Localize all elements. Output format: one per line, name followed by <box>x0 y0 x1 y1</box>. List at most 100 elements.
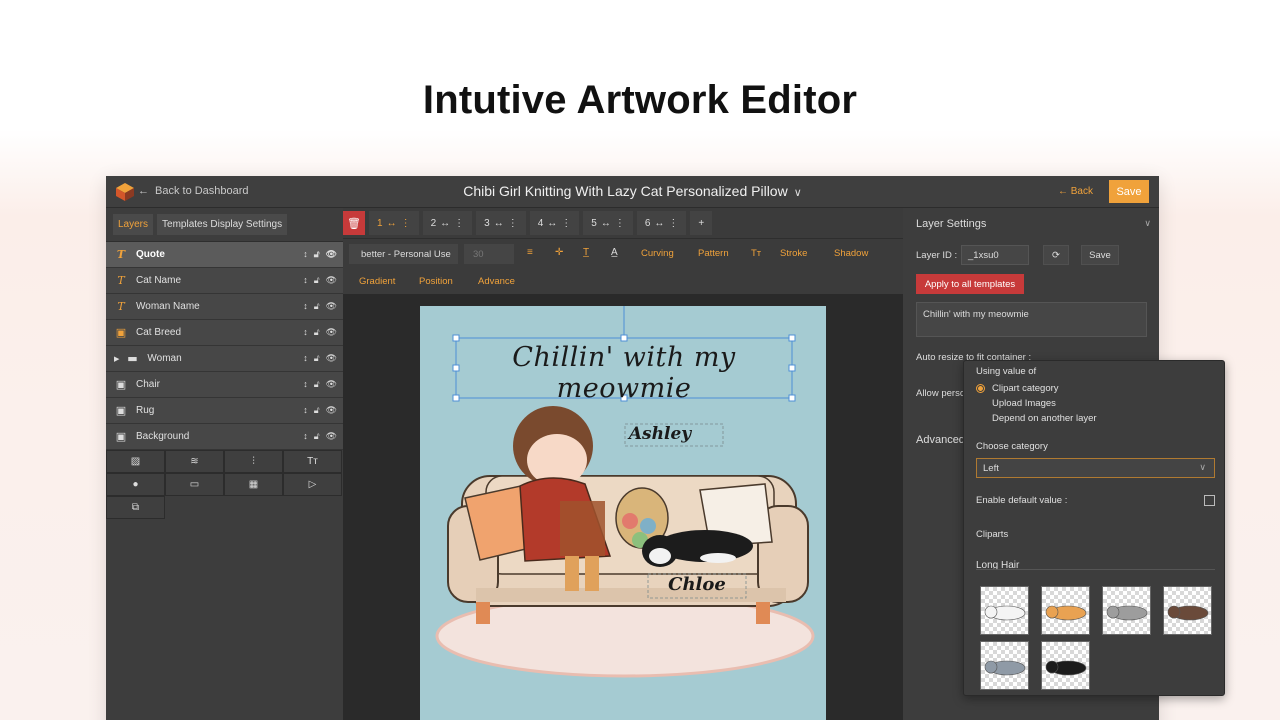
add-layers-icon[interactable]: ≋ <box>165 450 224 473</box>
lock-icon[interactable]: 🔓︎ <box>314 275 320 286</box>
option-stroke[interactable]: Stroke <box>780 248 807 259</box>
add-shape-icon[interactable]: ● <box>106 473 165 496</box>
text-icon: T <box>117 274 125 287</box>
lock-icon[interactable]: 🔓︎ <box>314 327 320 338</box>
layer-item-background[interactable]: ▣ Background ↕ 🔓︎ 👁︎ <box>106 424 343 450</box>
eye-icon[interactable]: 👁︎ <box>326 431 337 442</box>
eye-icon[interactable]: 👁︎ <box>326 275 337 286</box>
position-slot-5[interactable]: 5 ↔ ⋮ <box>583 211 633 235</box>
layer-item-chair[interactable]: ▣ Chair ↕ 🔓︎ 👁︎ <box>106 372 343 398</box>
more-vert-icon[interactable]: ⋮ <box>454 218 464 229</box>
clipart-item[interactable] <box>1163 586 1212 635</box>
move-icon[interactable]: ↕ <box>303 379 308 390</box>
clipart-item[interactable] <box>1041 586 1090 635</box>
move-icon[interactable]: ↕ <box>303 405 308 416</box>
align-center-icon[interactable]: ≡ <box>527 247 533 258</box>
layer-text-input[interactable]: Chillin' with my meowmie <box>916 302 1147 337</box>
woman-name-text-layer[interactable]: Ashley <box>625 424 695 444</box>
clipart-settings-popup: Using value of Clipart category Upload I… <box>963 360 1225 696</box>
tab-layers[interactable]: Layers <box>113 214 154 235</box>
move-icon[interactable]: ↕ <box>303 249 308 260</box>
text-style-toolbar: better - Personal Use 30 ≡ ✛ T̲ A̲ Curvi… <box>343 238 903 294</box>
position-slot-2[interactable]: 2 ↔ ⋮ <box>422 211 473 235</box>
font-size-input[interactable]: 30 <box>464 244 514 264</box>
eye-icon[interactable]: 👁︎ <box>326 405 337 416</box>
move-icon[interactable]: ↕ <box>303 327 308 338</box>
adjust-icon[interactable]: ⫶ <box>224 450 283 473</box>
caret-right-icon[interactable]: ▶ <box>114 355 119 363</box>
category-select[interactable]: Left ∨ <box>976 458 1215 478</box>
tab-templates-display-settings[interactable]: Templates Display Settings <box>157 214 288 235</box>
refresh-icon[interactable]: ⟳ <box>1043 245 1069 265</box>
video-icon[interactable]: ▷ <box>283 473 342 496</box>
artwork-canvas[interactable]: Chillin' with my meowmie Ashley Chloe <box>420 306 826 720</box>
more-vert-icon[interactable]: ⋮ <box>615 218 625 229</box>
more-vert-icon[interactable]: ⋮ <box>508 218 518 229</box>
clipart-item[interactable] <box>1102 586 1151 635</box>
layer-item-cat-breed[interactable]: ▣ Cat Breed ↕ 🔓︎ 👁︎ <box>106 320 343 346</box>
add-image-icon[interactable]: ▨ <box>106 450 165 473</box>
clipart-item[interactable] <box>1041 641 1090 690</box>
advanced-section-header[interactable]: Advanced <box>916 434 965 446</box>
lock-icon[interactable]: 🔓︎ <box>314 431 320 442</box>
position-slot-4[interactable]: 4 ↔ ⋮ <box>529 211 580 235</box>
apply-to-all-templates-button[interactable]: Apply to all templates <box>916 274 1024 294</box>
font-select[interactable]: better - Personal Use <box>349 244 458 264</box>
cat-name-text-layer[interactable]: Chloe <box>648 574 746 595</box>
layer-item-woman[interactable]: ▶ ▬ Woman ↕ 🔓︎ 👁︎ <box>106 346 343 372</box>
lock-icon[interactable]: 🔓︎ <box>314 249 320 260</box>
qr-code-icon[interactable]: ▦ <box>224 473 283 496</box>
calendar-icon[interactable]: ▭ <box>165 473 224 496</box>
layer-item-woman-name[interactable]: T Woman Name ↕ 🔓︎ 👁︎ <box>106 294 343 320</box>
layer-item-quote[interactable]: T Quote ↕ 🔓︎ 👁︎ <box>106 242 343 268</box>
eye-icon[interactable]: 👁︎ <box>326 327 337 338</box>
position-slot-1[interactable]: 1 ↔ ⋮ <box>369 211 419 235</box>
clipart-item[interactable] <box>980 641 1029 690</box>
eye-icon[interactable]: 👁︎ <box>326 301 337 312</box>
more-vert-icon[interactable]: ⋮ <box>668 218 678 229</box>
move-icon[interactable]: ↕ <box>303 353 308 364</box>
move-icon[interactable]: ↕ <box>303 431 308 442</box>
lock-icon[interactable]: 🔓︎ <box>314 379 320 390</box>
eye-icon[interactable]: 👁︎ <box>326 379 337 390</box>
back-button[interactable]: ← Back <box>1058 186 1093 197</box>
layer-id-input[interactable]: _1xsu0 <box>961 245 1029 265</box>
move-icon[interactable]: ↕ <box>303 275 308 286</box>
save-button[interactable]: Save <box>1109 180 1149 203</box>
clipart-item[interactable] <box>980 586 1029 635</box>
add-position-button[interactable]: + <box>690 211 713 235</box>
eye-icon[interactable]: 👁︎ <box>326 353 337 364</box>
option-shadow[interactable]: Shadow <box>834 248 868 259</box>
layer-item-rug[interactable]: ▣ Rug ↕ 🔓︎ 👁︎ <box>106 398 343 424</box>
lock-icon[interactable]: 🔓︎ <box>314 405 320 416</box>
more-vert-icon[interactable]: ⋮ <box>401 218 411 229</box>
option-curving[interactable]: Curving <box>641 248 674 259</box>
option-position[interactable]: Position <box>419 276 453 287</box>
option-pattern[interactable]: Pattern <box>698 248 729 259</box>
radio-clipart-category[interactable] <box>976 384 985 393</box>
position-slot-6[interactable]: 6 ↔ ⋮ <box>636 211 687 235</box>
option-upload-images-label[interactable]: Upload Images <box>992 398 1056 409</box>
add-text-icon[interactable]: Tт <box>283 450 342 473</box>
layer-item-cat-name[interactable]: T Cat Name ↕ 🔓︎ 👁︎ <box>106 268 343 294</box>
position-slot-3[interactable]: 3 ↔ ⋮ <box>476 211 526 235</box>
text-transform-icon[interactable]: Tт <box>751 248 761 259</box>
more-vert-icon[interactable]: ⋮ <box>561 218 571 229</box>
eye-icon[interactable]: 👁︎ <box>326 249 337 260</box>
option-gradient[interactable]: Gradient <box>359 276 395 287</box>
enable-default-value-checkbox[interactable] <box>1204 495 1215 506</box>
delete-layer-button[interactable]: 🗑︎ <box>343 211 365 235</box>
move-icon[interactable]: ↕ <box>303 301 308 312</box>
group-icon[interactable]: ⧉ <box>106 496 165 519</box>
font-color-icon[interactable]: A̲ <box>611 247 618 258</box>
text-baseline-icon[interactable]: T̲ <box>583 247 589 258</box>
product-title-dropdown[interactable]: Chibi Girl Knitting With Lazy Cat Person… <box>106 183 1159 199</box>
lock-icon[interactable]: 🔓︎ <box>314 353 320 364</box>
align-vertical-icon[interactable]: ✛ <box>555 247 563 258</box>
option-advance[interactable]: Advance <box>478 276 515 287</box>
layer-id-save-button[interactable]: Save <box>1081 245 1119 265</box>
chevron-down-icon[interactable]: ∨ <box>1144 218 1151 229</box>
option-depend-on-layer-label[interactable]: Depend on another layer <box>992 413 1097 424</box>
quote-text-layer[interactable]: Chillin' with my meowmie <box>456 342 792 404</box>
lock-icon[interactable]: 🔓︎ <box>314 301 320 312</box>
